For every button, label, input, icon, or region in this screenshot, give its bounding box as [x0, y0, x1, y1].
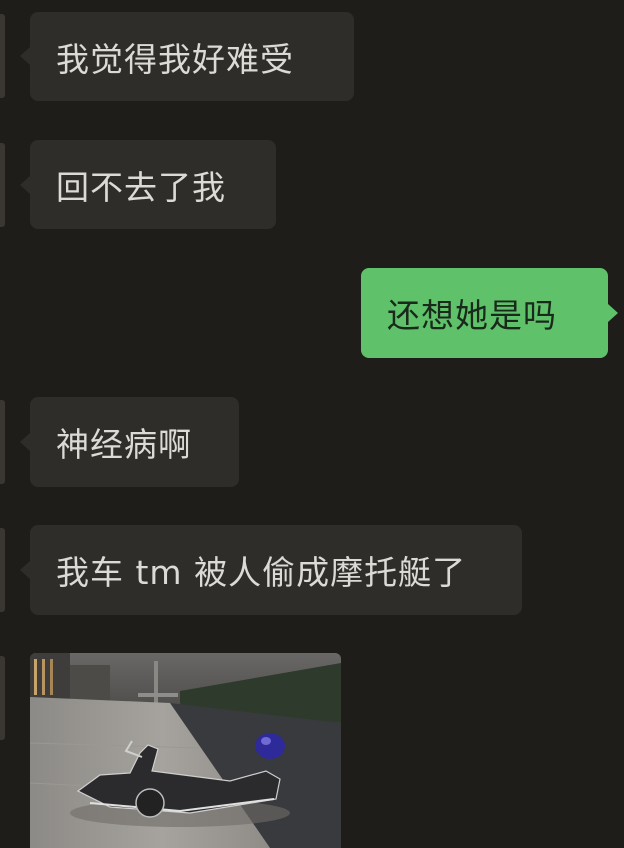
message-text: 神经病啊	[56, 425, 192, 464]
message-text: 回不去了我	[56, 167, 226, 207]
sender-avatar[interactable]	[0, 143, 5, 227]
sender-avatar[interactable]	[0, 400, 5, 484]
message-bubble-received[interactable]: 回不去了我	[30, 140, 276, 229]
sender-avatar[interactable]	[0, 14, 5, 98]
scooter-photo-icon	[30, 653, 341, 848]
message-image[interactable]	[30, 653, 341, 848]
message-bubble-received[interactable]: 神经病啊	[30, 397, 239, 487]
message-text: 还想她是吗	[387, 296, 557, 335]
sender-avatar[interactable]	[0, 656, 5, 740]
chat-conversation: 我觉得我好难受 回不去了我 还想她是吗 神经病啊 我车 tm 被人偷成摩托艇了	[0, 0, 624, 848]
message-bubble-sent[interactable]: 还想她是吗	[361, 268, 608, 358]
bubble-tail	[20, 433, 30, 451]
message-bubble-received[interactable]: 我觉得我好难受	[30, 12, 354, 101]
message-bubble-received[interactable]: 我车 tm 被人偷成摩托艇了	[30, 525, 522, 615]
bubble-tail	[20, 47, 30, 65]
bubble-tail	[20, 176, 30, 194]
message-text: 我觉得我好难受	[56, 39, 294, 79]
message-text: 我车 tm 被人偷成摩托艇了	[56, 553, 467, 592]
sender-avatar[interactable]	[0, 528, 5, 612]
bubble-tail	[608, 304, 618, 322]
bubble-tail	[20, 561, 30, 579]
